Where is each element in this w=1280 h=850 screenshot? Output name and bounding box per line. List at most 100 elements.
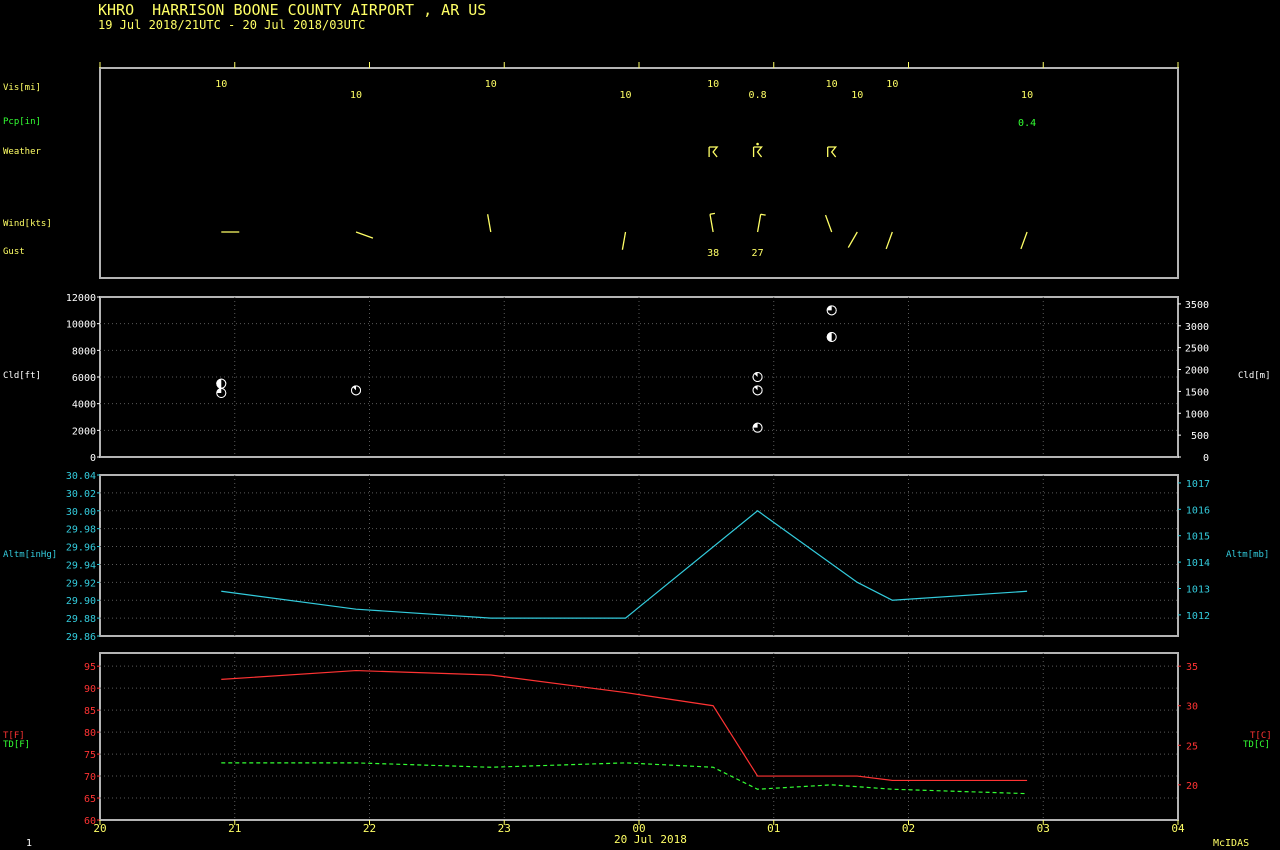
meteogram-chart: 10 10 10 10 10 0.8 10 10 10 10 0.4 38 27 0 2000 4000 600… — [66, 62, 1210, 835]
wind-barb — [621, 231, 627, 250]
cloud-cover-symbol — [752, 422, 763, 433]
cloud-m-tick-label: 500 — [1191, 431, 1209, 442]
x-axis-tick-label: 03 — [1037, 822, 1050, 835]
wind-barb — [709, 212, 716, 233]
page-number: 1 — [26, 838, 33, 849]
altm-mb-tick-label: 1012 — [1186, 611, 1210, 622]
altm-inhg-tick-label: 29.96 — [66, 543, 96, 554]
obs-panel-frame — [99, 67, 1179, 279]
wind-barb — [756, 213, 766, 233]
temp-c-tick-label: 30 — [1186, 702, 1198, 713]
temp-f-tick-label: 90 — [84, 684, 96, 695]
gust-label: Gust — [3, 247, 25, 257]
time-range: 19 Jul 2018/21UTC - 20 Jul 2018/03UTC — [98, 18, 366, 32]
temp-c-tick-label: 25 — [1186, 741, 1198, 752]
wind-label: Wind[kts] — [3, 219, 52, 229]
cloud-cover-symbol — [752, 385, 763, 396]
x-axis-tick-label: 02 — [902, 822, 915, 835]
cloud-cover-symbol — [826, 332, 837, 342]
wind-barb — [847, 231, 858, 248]
vis-value: 10 — [350, 90, 362, 101]
pcp-value: 0.4 — [1018, 118, 1036, 129]
weather-symbol-thunderstorm-rain — [752, 142, 763, 158]
altm-mb-axis-label: Altm[mb] — [1226, 550, 1270, 560]
x-axis-tick-label: 01 — [767, 822, 780, 835]
vis-value: 0.8 — [749, 90, 767, 101]
altm-inhg-tick-label: 29.90 — [66, 596, 96, 607]
vis-value: 10 — [485, 79, 497, 90]
altm-inhg-tick-label: 29.98 — [66, 525, 96, 536]
weather-symbol-thunderstorm — [708, 146, 719, 158]
vis-value: 10 — [215, 79, 227, 90]
weather-label: Weather — [3, 147, 41, 157]
x-axis-tick-label: 23 — [498, 822, 511, 835]
cloud-m-tick-label: 2500 — [1185, 344, 1209, 355]
cloud-m-tick-label: 1500 — [1185, 387, 1209, 398]
vis-value: 10 — [826, 79, 838, 90]
altm-inhg-tick-label: 29.94 — [66, 560, 96, 571]
dewpoint-series-line — [221, 762, 1028, 795]
cloud-ft-tick-label: 10000 — [66, 320, 96, 331]
cloud-m-tick-label: 0 — [1203, 453, 1209, 464]
vis-label: Vis[mi] — [3, 83, 41, 93]
cloud-ft-tick-label: 2000 — [72, 426, 96, 437]
temperature-panel-frame — [99, 652, 1179, 821]
temperature-series-line — [221, 669, 1028, 782]
cloud-m-tick-label: 2000 — [1185, 366, 1209, 377]
wind-barb — [487, 214, 492, 233]
wind-barb — [1020, 231, 1028, 250]
weather-symbol-thunderstorm — [827, 146, 838, 158]
x-axis-tick-label: 22 — [363, 822, 376, 835]
mcidas-logo: McIDAS — [1213, 838, 1250, 849]
cloud-ft-tick-label: 12000 — [66, 293, 96, 304]
temp-f-tick-label: 85 — [84, 706, 96, 717]
cloud-ft-tick-label: 4000 — [72, 400, 96, 411]
temp-f-tick-label: 80 — [84, 728, 96, 739]
cloud-ft-tick-label: 8000 — [72, 346, 96, 357]
station-title: KHRO HARRISON BOONE COUNTY AIRPORT , AR … — [98, 1, 487, 19]
cloud-m-axis-label: Cld[m] — [1238, 371, 1271, 381]
x-axis-tick-label: 21 — [228, 822, 241, 835]
altm-inhg-tick-label: 30.02 — [66, 489, 96, 500]
altm-mb-tick-label: 1016 — [1186, 505, 1210, 516]
vis-value: 10 — [707, 79, 719, 90]
wind-barb — [355, 231, 374, 239]
vis-value: 10 — [1021, 90, 1033, 101]
cloud-cover-symbol — [216, 388, 227, 398]
altm-inhg-tick-label: 29.92 — [66, 578, 96, 589]
temp-f-tick-label: 95 — [84, 662, 96, 673]
cloud-m-tick-label: 3500 — [1185, 300, 1209, 311]
altm-inhg-tick-label: 30.00 — [66, 507, 96, 518]
wind-barb — [885, 231, 893, 250]
dewpoint-c-axis-label: TD[C] — [1243, 740, 1271, 750]
x-axis-tick-label: 04 — [1171, 822, 1185, 835]
cloud-ft-axis-label: Cld[ft] — [3, 371, 41, 381]
altm-mb-tick-label: 1013 — [1186, 584, 1210, 595]
pcp-label: Pcp[in] — [3, 117, 41, 127]
wind-barb — [824, 214, 833, 233]
gust-value: 27 — [752, 248, 764, 259]
temp-f-tick-label: 75 — [84, 750, 96, 761]
cloud-ft-tick-label: 0 — [90, 453, 96, 464]
cloud-cover-symbol — [351, 385, 362, 396]
temp-f-tick-label: 65 — [84, 794, 96, 805]
gust-value: 38 — [707, 248, 719, 259]
vis-value: 10 — [851, 90, 863, 101]
vis-value: 10 — [886, 79, 898, 90]
altm-inhg-tick-label: 30.04 — [66, 471, 96, 482]
cloud-cover-symbol — [216, 378, 227, 389]
altm-inhg-axis-label: Altm[inHg] — [3, 550, 58, 560]
cloud-m-tick-label: 3000 — [1185, 322, 1209, 333]
altm-inhg-tick-label: 29.86 — [66, 632, 96, 643]
cloud-cover-symbol — [826, 305, 837, 316]
altm-mb-tick-label: 1014 — [1186, 558, 1210, 569]
temp-c-tick-label: 35 — [1186, 662, 1198, 673]
temp-c-tick-label: 20 — [1186, 781, 1198, 792]
altm-mb-tick-label: 1017 — [1186, 479, 1210, 490]
x-axis-date: 20 Jul 2018 — [614, 833, 687, 846]
temp-f-tick-label: 70 — [84, 772, 96, 783]
vis-value: 10 — [620, 90, 632, 101]
cloud-m-tick-label: 1000 — [1185, 409, 1209, 420]
dewpoint-f-axis-label: TD[F] — [3, 740, 31, 750]
cloud-cover-symbol — [752, 372, 763, 382]
